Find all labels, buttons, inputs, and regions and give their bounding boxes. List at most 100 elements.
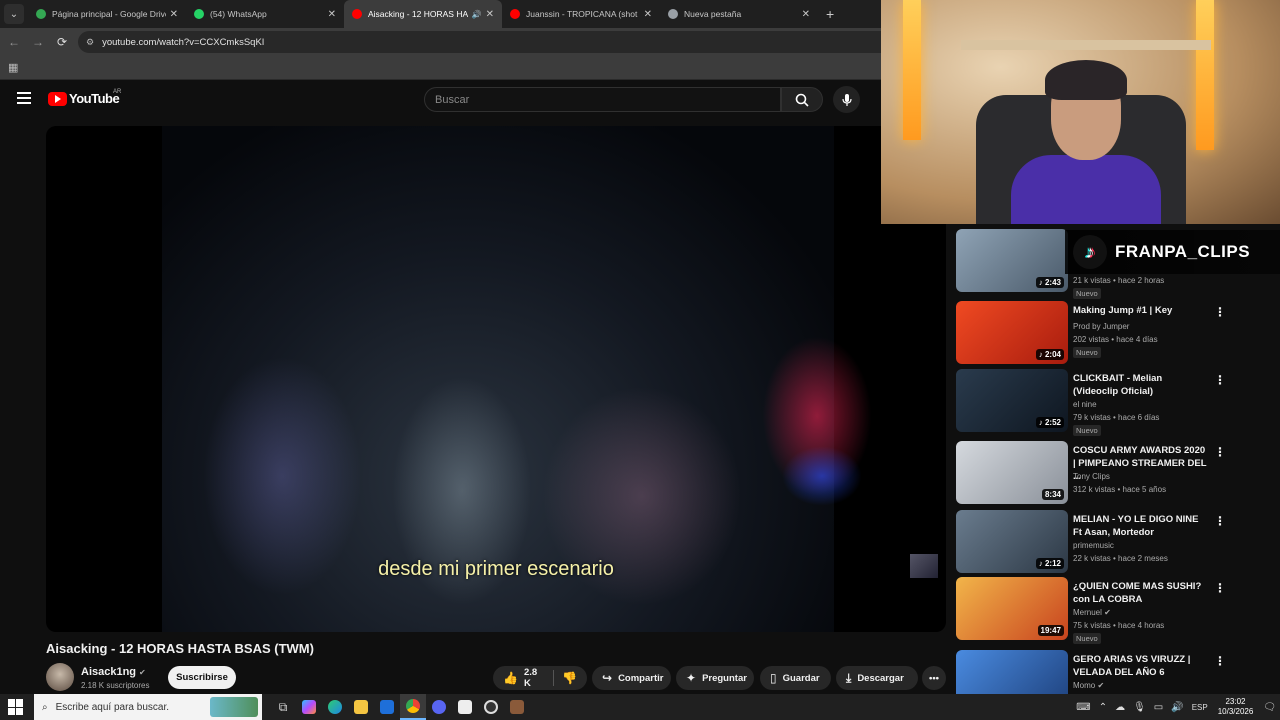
tab-whatsapp[interactable]: (54) WhatsApp ✕	[186, 0, 344, 28]
volume-icon[interactable]: 🔊	[1171, 702, 1183, 713]
channel-name[interactable]: Prod by Jumper	[1073, 321, 1129, 333]
back-icon[interactable]: ←	[4, 35, 24, 49]
duration-badge: ♪ 2:12	[1035, 558, 1064, 569]
microphone-icon[interactable]: 🎙	[1133, 702, 1146, 713]
dislike-icon[interactable]: 👎	[562, 671, 577, 685]
video-thumbnail[interactable]: 19:47	[956, 577, 1068, 640]
close-tab-icon[interactable]: ✕	[328, 9, 336, 20]
network-icon[interactable]: ▭	[1154, 702, 1163, 713]
clock[interactable]: 23:02 10/3/2026	[1218, 697, 1254, 717]
app-icon[interactable]	[504, 694, 530, 720]
like-icon[interactable]: 👍	[503, 671, 518, 685]
taskbar-search-placeholder: Escribe aquí para buscar.	[55, 701, 170, 713]
list-item[interactable]: ♪ 2:52 CLICKBAIT - Melian (Videoclip Ofi…	[956, 369, 1272, 436]
list-item[interactable]: GERO ARIAS VS VIRUZZ | VELADA DEL AÑO 6 …	[956, 650, 1272, 694]
file-explorer-icon[interactable]	[348, 694, 374, 720]
tab-search-button[interactable]: ⌄	[4, 4, 24, 24]
video-thumbnail[interactable]: ♪ 2:12	[956, 510, 1068, 573]
duration-badge: ♪ 2:43	[1035, 277, 1064, 288]
youtube-logo[interactable]: YouTube AR	[48, 89, 121, 106]
tab-title: (54) WhatsApp	[210, 9, 267, 19]
list-item[interactable]: 8:34 COSCU ARMY AWARDS 2020 | PIMPEANO S…	[956, 441, 1272, 505]
chevron-up-icon[interactable]: ⌃	[1099, 702, 1107, 713]
copilot-icon[interactable]	[296, 694, 322, 720]
speaker-icon[interactable]: 🔊	[472, 10, 482, 19]
video-thumbnail[interactable]: ♪ 2:43	[956, 229, 1068, 292]
voice-search-button[interactable]	[833, 86, 860, 113]
tab-google-drive[interactable]: Página principal - Google Drive ✕	[28, 0, 186, 28]
subscribe-button[interactable]: Suscribirse	[168, 666, 236, 689]
share-button[interactable]: ↪ Compartir	[592, 666, 671, 690]
apps-grid-icon[interactable]: ▦	[8, 61, 18, 74]
verified-icon: ✔	[139, 668, 146, 677]
sidebar-scrollbar[interactable]	[1272, 224, 1280, 694]
more-vert-icon[interactable]: ⋮	[1214, 514, 1226, 528]
windows-taskbar: ⌕ Escribe aquí para buscar. ⧉ ⌨ ⌃ ☁ 🎙 ▭ …	[0, 694, 1280, 720]
video-title[interactable]: CLICKBAIT - Melian (Videoclip Oficial)	[1073, 372, 1208, 398]
new-tab-icon[interactable]: +	[826, 6, 834, 22]
task-view-icon[interactable]: ⧉	[270, 694, 296, 720]
tab-youtube-tropicana[interactable]: Juanssin - TROPICANA (shot @ ✕	[502, 0, 660, 28]
video-title[interactable]: ¿QUIEN COME MAS SUSHI? con LA COBRA	[1073, 580, 1208, 606]
video-thumbnail[interactable]: ♪ 2:52	[956, 369, 1068, 432]
windows-start-icon[interactable]	[8, 699, 24, 715]
avatar[interactable]	[46, 663, 74, 691]
list-item[interactable]: ♪ 2:04 Making Jump #1 | Key Prod by Jump…	[956, 301, 1272, 365]
video-title[interactable]: GERO ARIAS VS VIRUZZ | VELADA DEL AÑO 6	[1073, 653, 1208, 679]
language-indicator[interactable]: ESP	[1192, 703, 1208, 712]
end-screen-thumbnail[interactable]	[910, 554, 938, 578]
cloud-icon[interactable]: ☁	[1115, 702, 1125, 713]
site-info-icon[interactable]: ⚙	[86, 37, 94, 48]
close-tab-icon[interactable]: ✕	[802, 9, 810, 20]
more-vert-icon[interactable]: ⋮	[1214, 445, 1226, 459]
save-button[interactable]: ▯ Guardar	[760, 666, 831, 690]
obs-icon[interactable]	[478, 694, 504, 720]
tab-new-tab[interactable]: Nueva pestaña ✕	[660, 0, 818, 28]
video-meta: 22 k vistas • hace 2 meses	[1073, 554, 1168, 563]
more-vert-icon[interactable]: ⋮	[1214, 305, 1226, 319]
video-title[interactable]: Making Jump #1 | Key	[1073, 304, 1208, 317]
ask-button[interactable]: ✦ Preguntar	[676, 666, 754, 690]
chrome-icon[interactable]	[400, 694, 426, 720]
search-input[interactable]: Buscar	[424, 87, 781, 112]
discord-icon[interactable]	[426, 694, 452, 720]
app-icon[interactable]	[452, 694, 478, 720]
sparkle-icon: ✦	[686, 671, 697, 685]
forward-icon[interactable]: →	[28, 35, 48, 49]
video-thumbnail[interactable]: 8:34	[956, 441, 1068, 504]
channel-name[interactable]: Tony Clips	[1073, 471, 1110, 483]
channel-name[interactable]: Mernuel ✔	[1073, 607, 1111, 619]
search-button[interactable]	[781, 87, 823, 112]
video-thumbnail[interactable]	[956, 650, 1068, 694]
search-placeholder: Buscar	[435, 93, 470, 106]
channel-name[interactable]: el nine	[1073, 399, 1097, 411]
like-count[interactable]: 2.8 K	[524, 667, 545, 689]
close-tab-icon[interactable]: ✕	[170, 9, 178, 20]
video-thumbnail[interactable]: ♪ 2:04	[956, 301, 1068, 364]
more-actions-button[interactable]: •••	[922, 666, 946, 690]
channel-name[interactable]: primemusic	[1073, 540, 1114, 552]
more-vert-icon[interactable]: ⋮	[1214, 373, 1226, 387]
menu-icon[interactable]	[17, 92, 31, 107]
video-player[interactable]: desde mi primer escenario	[46, 126, 946, 632]
edge-icon[interactable]	[322, 694, 348, 720]
keyboard-icon[interactable]: ⌨	[1076, 702, 1090, 713]
taskbar-search-input[interactable]: ⌕ Escribe aquí para buscar.	[34, 694, 262, 720]
reload-icon[interactable]: ⟳	[52, 35, 72, 49]
more-vert-icon[interactable]: ⋮	[1214, 581, 1226, 595]
mail-icon[interactable]	[374, 694, 400, 720]
list-item[interactable]: 19:47 ¿QUIEN COME MAS SUSHI? con LA COBR…	[956, 577, 1272, 644]
video-meta: 75 k vistas • hace 4 horas	[1073, 621, 1165, 630]
close-tab-icon[interactable]: ✕	[644, 9, 652, 20]
url-input[interactable]: ⚙ youtube.com/watch?v=CCXCmksSqKI	[78, 31, 918, 53]
download-button[interactable]: ⤓ Descargar	[836, 666, 918, 690]
notification-icon[interactable]: 🗨	[1263, 702, 1276, 713]
tab-youtube-aisacking[interactable]: Aisacking - 12 HORAS HAS 🔊 ✕	[344, 0, 502, 28]
recommendations-sidebar: ♪ 2:43 21 k vistas • hace 2 horas Nuevo …	[956, 224, 1272, 694]
close-tab-icon[interactable]: ✕	[486, 9, 494, 20]
channel-name[interactable]: Aisack1ng ✔	[81, 666, 146, 678]
channel-name[interactable]: Momo ✔	[1073, 680, 1104, 692]
more-vert-icon[interactable]: ⋮	[1214, 654, 1226, 668]
video-title[interactable]: MELIAN - YO LE DIGO NINE Ft Asan, Morted…	[1073, 513, 1208, 539]
list-item[interactable]: ♪ 2:12 MELIAN - YO LE DIGO NINE Ft Asan,…	[956, 510, 1272, 574]
